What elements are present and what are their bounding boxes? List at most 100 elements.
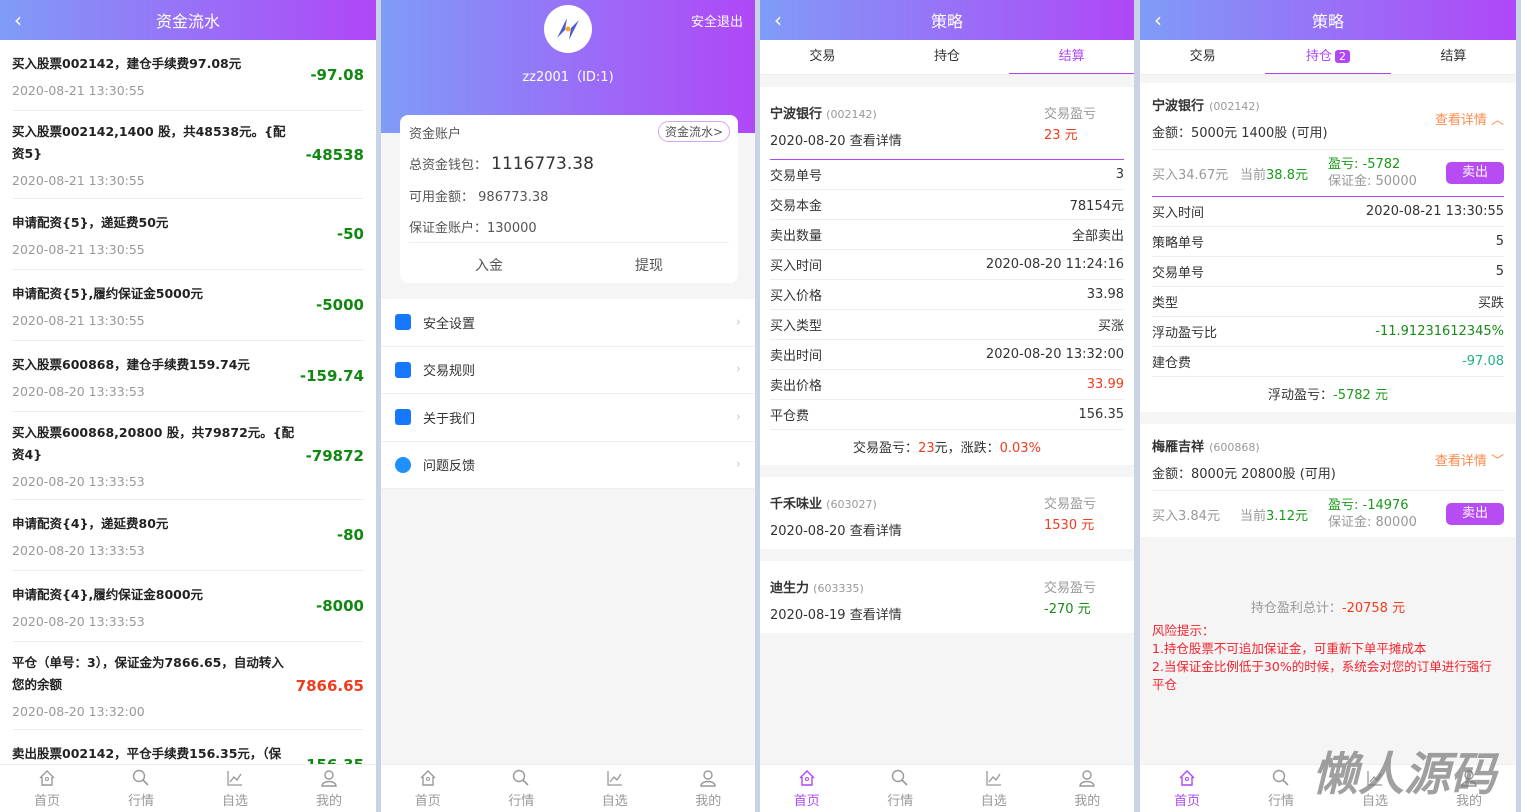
tab-search[interactable]: 行情	[475, 765, 569, 812]
withdraw-button[interactable]: 提现	[569, 255, 729, 275]
total-label: 总资金钱包：	[409, 158, 488, 173]
strategy-tabs: 交易 持仓 结算	[760, 40, 1134, 75]
item-amount: -79872	[305, 446, 364, 465]
stock-code: (603027)	[826, 498, 877, 511]
menu-item[interactable]: 交易规则 ›	[381, 347, 755, 394]
sell-button[interactable]: 卖出	[1446, 503, 1504, 525]
position-margin: 保证金: 50000	[1328, 174, 1417, 189]
total-profit: 持仓盈利总计：-20758 元	[1140, 597, 1516, 616]
view-details-link[interactable]: 查看详情	[850, 524, 902, 539]
tab-home[interactable]: 首页	[760, 765, 854, 812]
item-date: 2020-08-20 13:33:53	[12, 613, 145, 629]
tab-home[interactable]: 首页	[1140, 765, 1234, 812]
tab-chart[interactable]: 自选	[568, 765, 662, 812]
stock-name: 千禾味业	[770, 497, 823, 512]
fund-flow-item[interactable]: 申请配资{5},履约保证金5000元 2020-08-21 13:30:55 -50…	[12, 270, 364, 341]
pl-value: -270 元	[1044, 602, 1091, 617]
pl-value: 1530 元	[1044, 518, 1095, 533]
tab-settlement[interactable]: 结算	[1009, 40, 1134, 74]
trade-info: 千禾味业 (603027) 2020-08-20 查看详情	[770, 493, 902, 539]
view-details-toggle[interactable]: 查看详情 ︿	[1435, 109, 1504, 128]
tab-user[interactable]: 我的	[662, 765, 756, 812]
menu-item[interactable]: 安全设置 ›	[381, 299, 755, 347]
menu-label: 关于我们	[423, 411, 476, 427]
logout-button[interactable]: 安全退出	[691, 11, 743, 30]
page-title: 资金流水	[155, 12, 220, 31]
tab-chart[interactable]: 自选	[947, 765, 1041, 812]
page-title: 策略	[1311, 12, 1344, 31]
tab-trade[interactable]: 交易	[760, 40, 885, 74]
position-prices: 买入34.67元 当前38.8元 盈亏: -5782 保证金: 50000 卖出	[1152, 150, 1504, 197]
item-info: 申请配资{4},履约保证金8000元 2020-08-20 13:33:53	[12, 584, 316, 629]
tab-label: 首页	[793, 794, 820, 809]
tab-settlement[interactable]: 结算	[1391, 40, 1516, 74]
detail-row: 类型 买跌	[1152, 287, 1504, 317]
position-prices: 买入3.84元 当前3.12元 盈亏: -14976 保证金: 80000 卖出	[1152, 491, 1504, 537]
page-title: 策略	[930, 12, 963, 31]
strategy-tabs: 交易 持仓 2 结算	[1140, 40, 1516, 75]
detail-row: 卖出数量 全部卖出	[770, 220, 1124, 250]
fund-flow-item[interactable]: 买入股票600868，建仓手续费159.74元 2020-08-20 13:33:…	[12, 341, 364, 412]
item-info: 申请配资{4}，递延费80元 2020-08-20 13:33:53	[12, 513, 337, 558]
row-value: 买涨	[1097, 319, 1124, 334]
fund-flow-link[interactable]: 资金流水>	[657, 121, 730, 142]
fund-flow-item[interactable]: 买入股票002142,1400 股，共48538元。{配资5} 2020-08-2…	[12, 111, 364, 199]
tab-search[interactable]: 行情	[854, 765, 948, 812]
back-icon[interactable]: ‹	[14, 8, 22, 32]
chevron-right-icon: ›	[735, 314, 741, 330]
tab-positions[interactable]: 持仓	[885, 40, 1010, 74]
tab-user[interactable]: 我的	[1041, 765, 1135, 812]
total-value: 1116773.38	[491, 154, 594, 174]
tab-chart[interactable]: 自选	[188, 765, 282, 812]
tab-search[interactable]: 行情	[94, 765, 188, 812]
sell-button[interactable]: 卖出	[1446, 162, 1504, 184]
fund-flow-item[interactable]: 买入股票600868,20800 股，共79872元。{配资4} 2020-08-…	[12, 412, 364, 500]
positions-list: 宁波银行 (002142) 金额：5000元 1400股 (可用) 查看详情 ︿ 买入…	[1140, 83, 1516, 537]
header: ‹ 策略	[760, 0, 1134, 40]
header: ‹ 策略	[1140, 0, 1516, 40]
trade-header: 宁波银行 (002142) 2020-08-20 查看详情 交易盈亏 23 元	[770, 87, 1124, 160]
row-label: 买入价格	[770, 289, 823, 304]
tab-label: 我的	[1074, 794, 1101, 809]
tab-home[interactable]: 首页	[0, 765, 94, 812]
details-label: 查看详情	[1434, 112, 1487, 128]
deposit-button[interactable]: 入金	[409, 255, 569, 275]
tab-user[interactable]: 我的	[282, 765, 376, 812]
position-info: 梅雁吉祥 (600868) 金额：8000元 20800股 (可用)	[1152, 436, 1336, 482]
item-date: 2020-08-20 13:33:53	[12, 474, 145, 489]
menu-item[interactable]: 问题反馈 ›	[381, 442, 755, 489]
tab-home[interactable]: 首页	[381, 765, 475, 812]
menu-item[interactable]: 关于我们 ›	[381, 394, 755, 442]
pl-margin: 盈亏: -5782 保证金: 50000	[1328, 156, 1446, 190]
fund-flow-item[interactable]: 买入股票002142，建仓手续费97.08元 2020-08-21 13:30:5…	[12, 40, 364, 111]
stock-code: (002142)	[1209, 100, 1260, 113]
tab-label: 行情	[508, 794, 535, 809]
detail-row: 建仓费 -97.08	[1152, 347, 1504, 377]
settlement-list: 宁波银行 (002142) 2020-08-20 查看详情 交易盈亏 23 元交易单号…	[760, 87, 1134, 633]
view-details-link[interactable]: 查看详情	[850, 134, 902, 149]
tab-label: 我的	[315, 794, 342, 809]
position-card: 梅雁吉祥 (600868) 金额：8000元 20800股 (可用) 查看详情 ﹀ 买…	[1140, 424, 1516, 537]
stock-name: 梅雁吉祥	[1152, 440, 1205, 455]
item-info: 买入股票600868,20800 股，共79872元。{配资4} 2020-08-…	[12, 422, 306, 489]
menu-label: 交易规则	[423, 364, 476, 380]
trade-info: 宁波银行 (002142) 2020-08-20 查看详情	[770, 103, 902, 149]
view-details-link[interactable]: 查看详情	[850, 608, 902, 623]
tab-trade[interactable]: 交易	[1140, 40, 1265, 74]
view-details-toggle[interactable]: 查看详情 ﹀	[1435, 450, 1504, 469]
item-amount: 7866.65	[295, 676, 364, 695]
row-label: 买入类型	[770, 319, 823, 334]
summary-mid: 元，涨跌：	[934, 441, 1000, 456]
back-icon[interactable]: ‹	[774, 8, 782, 32]
fund-flow-item[interactable]: 平仓（单号：3），保证金为7866.65，自动转入您的余额 2020-08-20 …	[12, 642, 364, 730]
user-icon	[321, 770, 337, 787]
chevron-right-icon: ›	[735, 409, 741, 425]
fund-flow-item[interactable]: 申请配资{4}，递延费80元 2020-08-20 13:33:53 -80	[12, 500, 364, 571]
tab-positions[interactable]: 持仓 2	[1265, 40, 1391, 74]
row-label: 交易本金	[770, 199, 823, 214]
back-icon[interactable]: ‹	[1154, 8, 1162, 32]
total-profit-label: 持仓盈利总计：	[1250, 601, 1342, 616]
item-date: 2020-08-20 13:32:00	[12, 704, 145, 719]
fund-flow-item[interactable]: 申请配资{5}，递延费50元 2020-08-21 13:30:55 -50	[12, 199, 364, 270]
fund-flow-item[interactable]: 申请配资{4},履约保证金8000元 2020-08-20 13:33:53 -80…	[12, 571, 364, 642]
